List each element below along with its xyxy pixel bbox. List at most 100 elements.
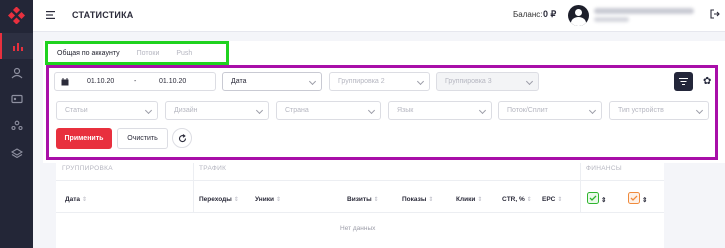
chevron-down-icon <box>695 106 704 115</box>
avatar[interactable] <box>568 5 589 26</box>
menu-icon[interactable] <box>46 11 55 19</box>
group-header-finance: ФИНАНСЫ <box>586 165 622 172</box>
col-visits-label: Визиты <box>347 196 372 203</box>
diamond-logo-icon[interactable] <box>8 7 25 24</box>
chevron-down-icon <box>308 77 317 86</box>
sort-icon: ⇕ <box>373 197 379 203</box>
chevron-down-icon <box>588 106 597 115</box>
filter-icon <box>679 78 688 85</box>
chevron-down-icon <box>367 106 376 115</box>
finance-hold-icon[interactable] <box>628 192 640 204</box>
chevron-down-icon <box>525 77 534 86</box>
chevron-down-icon <box>478 106 487 115</box>
column-divider <box>193 163 194 213</box>
filter-articles-placeholder: Статьи <box>65 107 88 114</box>
empty-state: Нет данных <box>340 225 376 232</box>
sidebar-item-referrals[interactable] <box>0 113 33 139</box>
id-card-icon <box>10 94 23 104</box>
chevron-down-icon <box>255 106 264 115</box>
users-group-icon <box>10 120 23 131</box>
col-clicks-through[interactable]: Переходы ⇕ <box>199 196 239 203</box>
group-header-traffic: ТРАФИК <box>199 165 227 172</box>
sort-icon: ⇕ <box>275 197 281 203</box>
sidebar-item-tools[interactable] <box>0 140 33 166</box>
stats-table <box>56 163 664 248</box>
filter-country-placeholder: Страна <box>285 107 309 114</box>
col-impressions-label: Показы <box>402 196 427 203</box>
col-visits[interactable]: Визиты ⇕ <box>347 196 379 203</box>
tab-push[interactable]: Push <box>176 50 192 57</box>
stack-icon <box>10 148 23 159</box>
col-epc[interactable]: EPC ⇕ <box>542 196 562 203</box>
col-date[interactable]: Дата ⇕ <box>65 196 87 203</box>
user-email-redacted <box>594 8 694 14</box>
header-divider <box>56 212 664 213</box>
sort-icon: ⇕ <box>233 197 239 203</box>
sidebar-item-statistics[interactable] <box>0 33 33 59</box>
refresh-button[interactable] <box>172 128 192 148</box>
filter-device-type[interactable]: Тип устройств <box>609 101 709 120</box>
col-epc-label: EPC <box>542 196 556 203</box>
filter-articles[interactable]: Статьи <box>56 101 158 120</box>
balance-label: Баланс: <box>513 10 543 19</box>
filter-stream-placeholder: Поток/Сплит <box>507 107 548 114</box>
grouping-3-select: Группировка 3 <box>436 72 539 91</box>
chevron-down-icon <box>144 106 153 115</box>
chevron-down-icon <box>416 77 425 86</box>
col-ctr-label: CTR, % <box>502 196 525 203</box>
user-id-redacted <box>594 17 629 22</box>
sidebar-item-profile[interactable] <box>0 86 33 112</box>
header-divider <box>56 180 664 181</box>
filter-country[interactable]: Страна <box>276 101 381 120</box>
sidebar-item-finance[interactable] <box>0 60 33 86</box>
filter-design-placeholder: Дизайн <box>174 107 198 114</box>
logout-icon[interactable] <box>710 9 720 19</box>
user-money-icon <box>11 67 22 79</box>
calendar-icon <box>61 78 69 86</box>
grouping-2-placeholder: Группировка 2 <box>338 78 385 85</box>
finance-approved-icon[interactable] <box>587 192 599 204</box>
sort-icon[interactable]: ⇕ <box>642 196 647 204</box>
apply-button[interactable]: Применить <box>56 128 112 149</box>
filter-language-placeholder: Язык <box>397 107 414 114</box>
col-ctr[interactable]: CTR, % ⇕ <box>502 196 532 203</box>
sort-icon: ⇕ <box>477 197 483 203</box>
filter-toggle-button[interactable] <box>674 72 693 91</box>
clear-button[interactable]: Очистить <box>117 128 168 149</box>
sort-icon: ⇕ <box>428 197 434 203</box>
tab-account[interactable]: Общая по аккаунту <box>57 50 120 57</box>
gear-icon[interactable]: ✿ <box>703 77 711 87</box>
col-clicks-label: Клики <box>456 196 476 203</box>
col-clicks[interactable]: Клики ⇕ <box>456 196 482 203</box>
col-impressions[interactable]: Показы ⇕ <box>402 196 433 203</box>
tab-streams[interactable]: Потоки <box>137 50 160 57</box>
grouping-2-select[interactable]: Группировка 2 <box>329 72 430 91</box>
filter-stream-split[interactable]: Поток/Сплит <box>498 101 602 120</box>
filter-language[interactable]: Язык <box>388 101 492 120</box>
col-uniques[interactable]: Уники ⇕ <box>255 196 281 203</box>
bar-chart-icon <box>12 43 23 51</box>
grouping-1-select[interactable]: Дата <box>222 72 322 91</box>
col-uniques-label: Уники <box>255 196 274 203</box>
sort-icon: ⇕ <box>526 197 532 203</box>
topbar: СТАТИСТИКА Баланс: 0 ₽ <box>33 0 725 32</box>
sidebar <box>0 0 33 248</box>
sort-icon[interactable]: ⇕ <box>601 196 606 204</box>
refresh-icon <box>178 133 186 142</box>
page-title: СТАТИСТИКА <box>72 10 134 20</box>
filter-design[interactable]: Дизайн <box>165 101 269 120</box>
group-header-grouping: ГРУППИРОВКА <box>62 165 113 172</box>
grouping-1-value: Дата <box>231 78 247 85</box>
filter-device-placeholder: Тип устройств <box>618 107 664 114</box>
sort-icon: ⇕ <box>82 197 88 203</box>
date-separator: - <box>134 78 137 85</box>
column-divider <box>580 163 581 213</box>
date-range-picker[interactable]: 01.10.20 - 01.10.20 <box>54 72 216 91</box>
date-from[interactable]: 01.10.20 <box>87 78 114 85</box>
date-to[interactable]: 01.10.20 <box>159 78 186 85</box>
col-clicks-through-label: Переходы <box>199 196 232 203</box>
col-date-label: Дата <box>65 196 81 203</box>
stat-tabs: Общая по аккаунту Потоки Push <box>45 41 229 65</box>
balance-value: 0 ₽ <box>543 9 557 19</box>
sort-icon: ⇕ <box>557 197 563 203</box>
